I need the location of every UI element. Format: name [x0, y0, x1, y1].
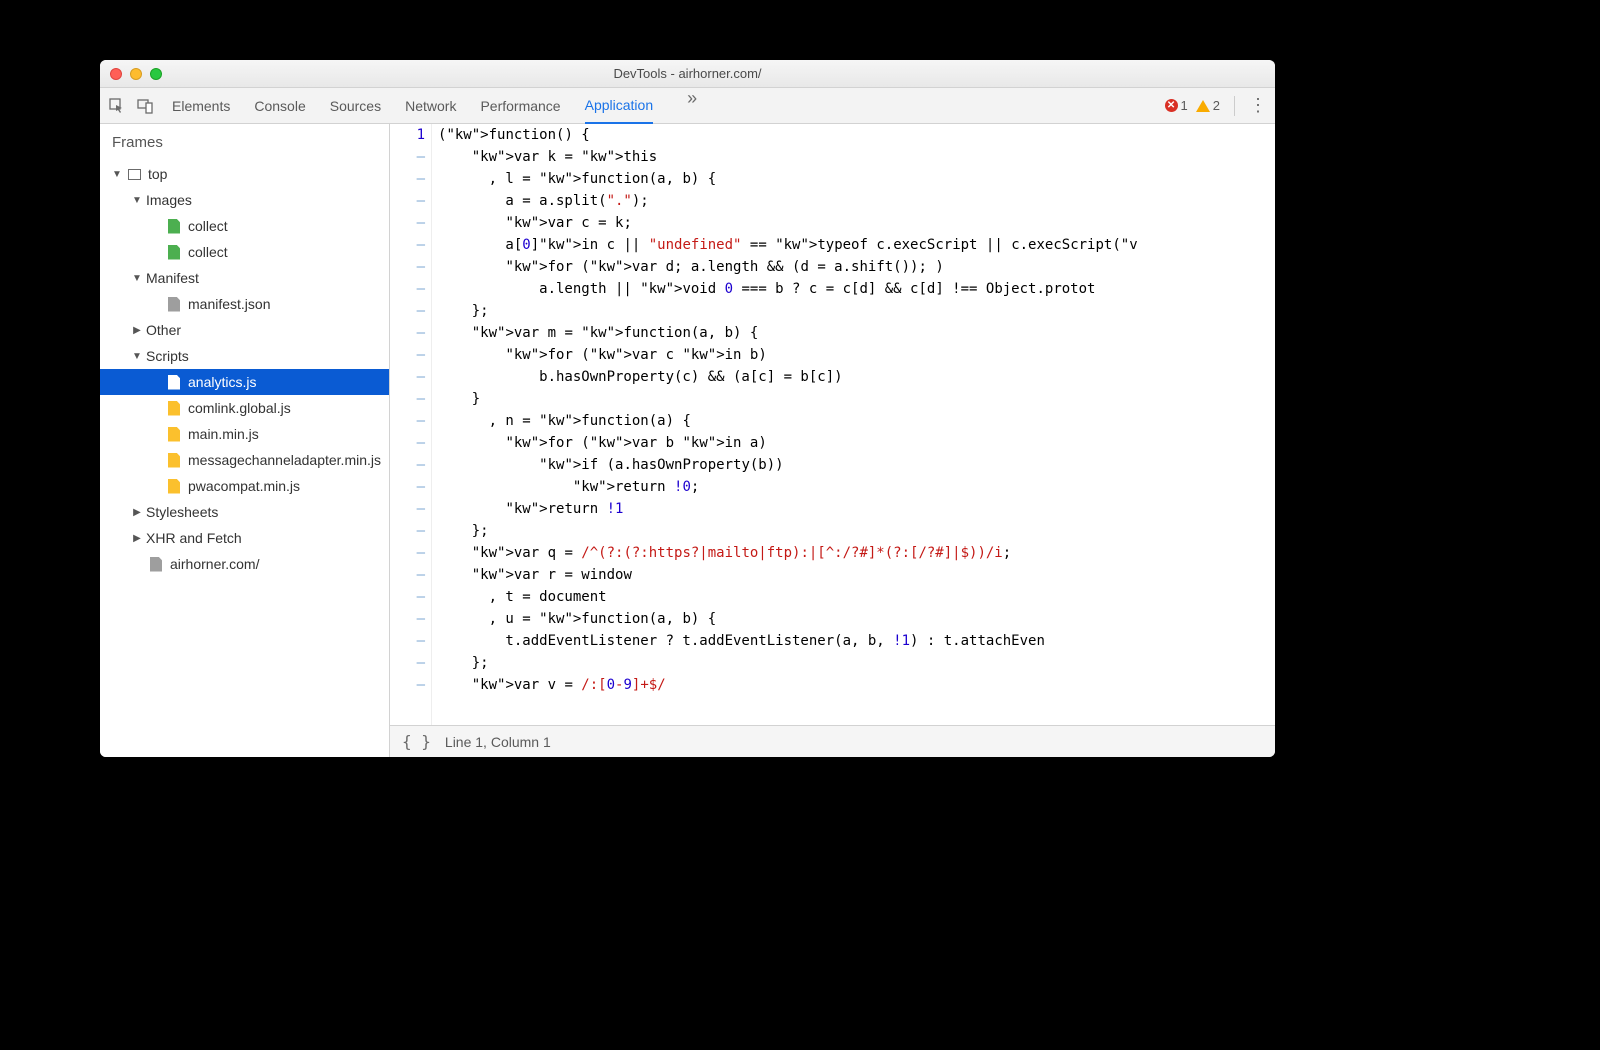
tree-group-scripts[interactable]: ▼ Scripts [100, 343, 389, 369]
tree-label: Stylesheets [146, 504, 218, 520]
error-count: 1 [1181, 98, 1188, 113]
tab-sources[interactable]: Sources [330, 88, 381, 123]
tree-file-comlink[interactable]: comlink.global.js [100, 395, 389, 421]
disclosure-triangle-icon[interactable]: ▼ [112, 169, 122, 180]
tree-node-top[interactable]: ▼ top [100, 161, 389, 187]
warning-count-badge[interactable]: 2 [1196, 98, 1220, 113]
pretty-print-icon[interactable]: { } [402, 732, 431, 751]
tab-elements[interactable]: Elements [172, 88, 230, 123]
frames-tree: ▼ top ▼ Images collect collect ▼ [100, 161, 389, 577]
tree-file-collect[interactable]: collect [100, 213, 389, 239]
tree-file-pwacompat[interactable]: pwacompat.min.js [100, 473, 389, 499]
file-icon [166, 478, 182, 494]
settings-kebab-icon[interactable]: ⋮ [1249, 95, 1267, 116]
tree-file-analytics[interactable]: analytics.js [100, 369, 389, 395]
tree-label: manifest.json [188, 296, 270, 312]
file-icon [166, 244, 182, 260]
tree-group-other[interactable]: ▶ Other [100, 317, 389, 343]
tree-label: XHR and Fetch [146, 530, 242, 546]
tree-label: Manifest [146, 270, 199, 286]
disclosure-triangle-icon[interactable]: ▶ [132, 507, 142, 518]
tree-label: Scripts [146, 348, 189, 364]
code-content[interactable]: ("kw">function() { "kw">var k = "kw">thi… [432, 124, 1275, 725]
close-icon[interactable] [110, 68, 122, 80]
tree-label: Images [146, 192, 192, 208]
tree-file-mainmin[interactable]: main.min.js [100, 421, 389, 447]
line-gutter[interactable]: 1––––––––––––––––––––––––– [390, 124, 432, 725]
tree-label: collect [188, 218, 228, 234]
devtools-window: DevTools - airhorner.com/ Elements Conso… [100, 60, 1275, 757]
source-viewer: 1––––––––––––––––––––––––– ("kw">functio… [390, 124, 1275, 757]
disclosure-triangle-icon[interactable]: ▼ [132, 195, 142, 206]
file-icon [166, 296, 182, 312]
warning-icon [1196, 100, 1210, 112]
disclosure-triangle-icon[interactable]: ▼ [132, 351, 142, 362]
tree-group-images[interactable]: ▼ Images [100, 187, 389, 213]
frames-sidebar: Frames ▼ top ▼ Images collect collec [100, 124, 390, 757]
tree-group-manifest[interactable]: ▼ Manifest [100, 265, 389, 291]
tree-file-root[interactable]: airhorner.com/ [100, 551, 389, 577]
file-icon [148, 556, 164, 572]
device-toggle-icon[interactable] [136, 97, 154, 115]
tab-application[interactable]: Application [585, 88, 654, 124]
tree-label: Other [146, 322, 181, 338]
divider [1234, 96, 1235, 116]
tree-file-manifest[interactable]: manifest.json [100, 291, 389, 317]
tree-group-stylesheets[interactable]: ▶ Stylesheets [100, 499, 389, 525]
tree-file-msgchan[interactable]: messagechanneladapter.min.js [100, 447, 389, 473]
minimize-icon[interactable] [130, 68, 142, 80]
tree-file-collect[interactable]: collect [100, 239, 389, 265]
disclosure-triangle-icon[interactable]: ▼ [132, 273, 142, 284]
tree-label: top [148, 166, 167, 182]
statusbar: { } Line 1, Column 1 [390, 725, 1275, 757]
tree-label: messagechanneladapter.min.js [188, 452, 381, 468]
file-icon [166, 218, 182, 234]
inspect-icon[interactable] [108, 97, 126, 115]
frame-icon [126, 166, 142, 182]
toolbar: Elements Console Sources Network Perform… [100, 88, 1275, 124]
error-icon: ✕ [1165, 99, 1178, 112]
tree-label: airhorner.com/ [170, 556, 259, 572]
tabs-overflow-icon[interactable]: » [687, 88, 697, 123]
traffic-lights [110, 68, 162, 80]
tree-label: pwacompat.min.js [188, 478, 300, 494]
sidebar-header: Frames [100, 124, 389, 161]
cursor-position: Line 1, Column 1 [445, 734, 551, 750]
window-title: DevTools - airhorner.com/ [100, 66, 1275, 81]
disclosure-triangle-icon[interactable]: ▶ [132, 325, 142, 336]
tree-label: collect [188, 244, 228, 260]
tab-network[interactable]: Network [405, 88, 456, 123]
disclosure-triangle-icon[interactable]: ▶ [132, 533, 142, 544]
panel-tabs: Elements Console Sources Network Perform… [172, 88, 1165, 123]
error-count-badge[interactable]: ✕ 1 [1165, 98, 1188, 113]
tree-label: comlink.global.js [188, 400, 291, 416]
file-icon [166, 374, 182, 390]
tab-console[interactable]: Console [254, 88, 305, 123]
tree-group-xhr[interactable]: ▶ XHR and Fetch [100, 525, 389, 551]
titlebar: DevTools - airhorner.com/ [100, 60, 1275, 88]
file-icon [166, 400, 182, 416]
tree-label: analytics.js [188, 374, 256, 390]
file-icon [166, 452, 182, 468]
warning-count: 2 [1213, 98, 1220, 113]
zoom-icon[interactable] [150, 68, 162, 80]
tab-performance[interactable]: Performance [480, 88, 560, 123]
file-icon [166, 426, 182, 442]
tree-label: main.min.js [188, 426, 259, 442]
